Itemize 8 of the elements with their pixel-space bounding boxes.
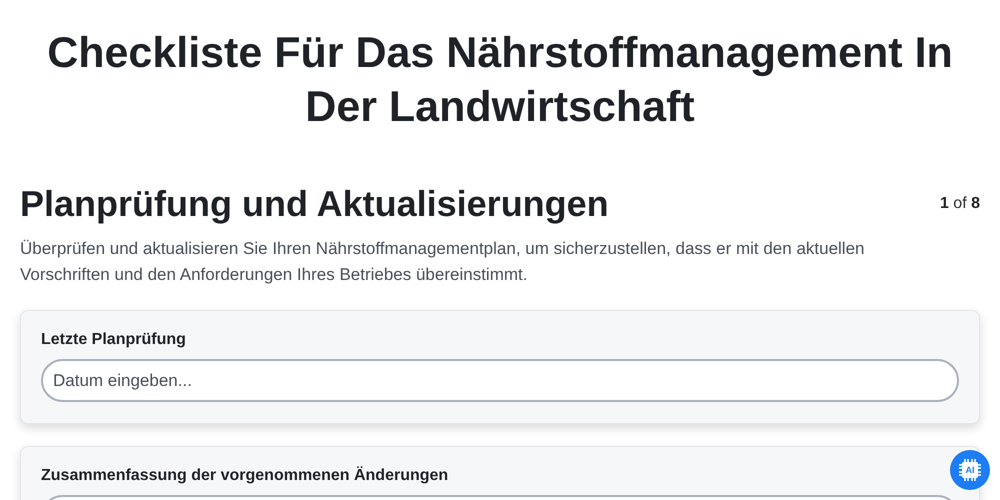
page-counter: 1 of 8	[940, 195, 980, 213]
section-description: Überprüfen und aktualisieren Sie Ihren Nährstoffmanagementplan, um sicherzustellen, dass er mit den aktuellen Vorschriften und den Anforderungen Ihres Betriebes übereinstimmt.	[20, 238, 866, 286]
field-label: Letzte Planprüfung	[41, 331, 187, 349]
field-label: Zusammenfassung der vorgenommenen Änderungen	[41, 467, 450, 485]
section-heading: Planprüfung und Aktualisierungen	[20, 182, 609, 226]
page-title: Checkliste Für Das Nährstoffmanagement In Der Landwirtschaft	[46, 28, 954, 133]
input-field[interactable]: Datum eingeben...	[41, 359, 959, 402]
chip-icon	[958, 458, 982, 482]
